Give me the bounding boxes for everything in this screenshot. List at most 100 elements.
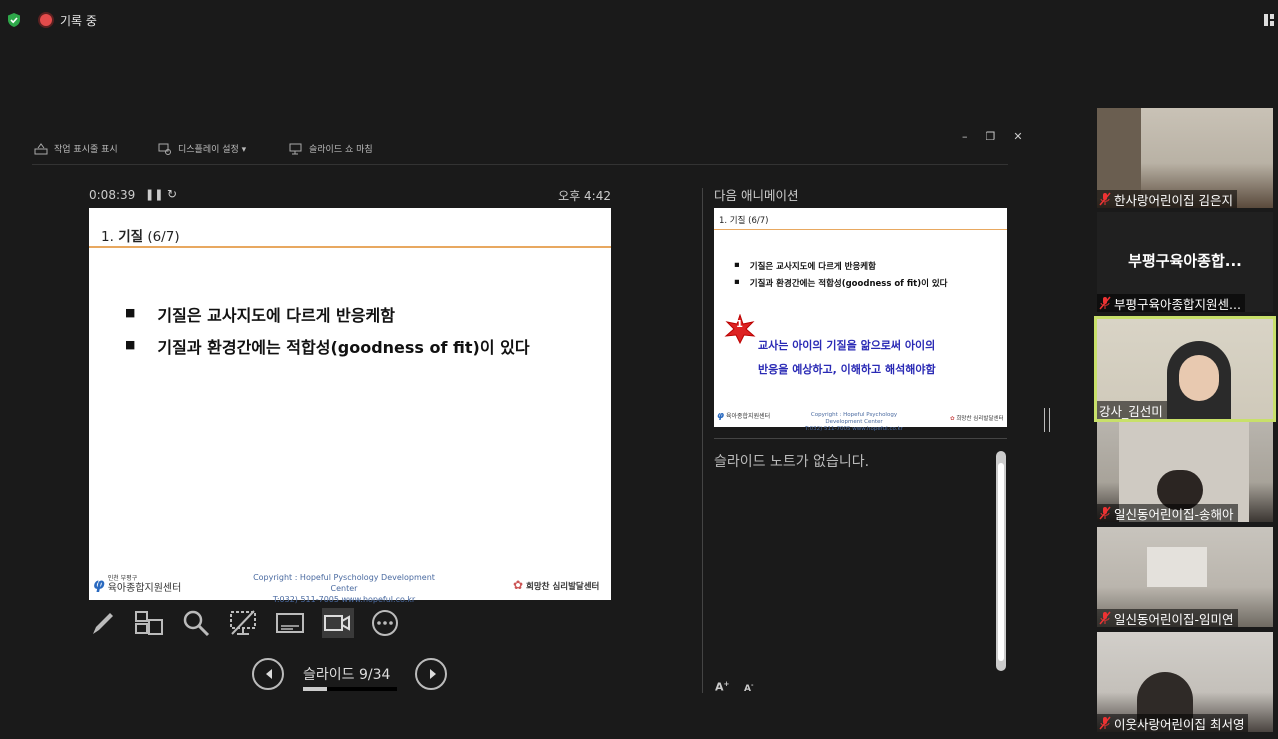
reset-timer-icon[interactable]: ↻ — [167, 187, 177, 201]
participant-name: 이웃사랑어린이집 최서영 — [1114, 716, 1245, 732]
next-slide-highlight: 반응을 예상하고, 이해하고 해석해야함 — [758, 363, 936, 376]
participant-tile[interactable]: 일신동어린이집-임미연 — [1097, 527, 1273, 627]
pause-icon[interactable]: ❚❚ — [145, 188, 163, 201]
pen-icon[interactable] — [88, 608, 118, 638]
participant-big-label: 부평구육아종합... — [1128, 252, 1242, 270]
slide-bullet-text: 기질은 교사지도에 다르게 반응케함 — [157, 306, 395, 325]
active-speaker-tile[interactable]: 강사_김선미 — [1094, 316, 1276, 422]
participant-tile[interactable]: 부평구육아종합... 부평구육아종합지원센... — [1097, 212, 1273, 312]
all-slides-icon[interactable] — [134, 608, 164, 638]
participant-tile[interactable]: 한사랑어린이집 김은지 — [1097, 108, 1273, 208]
tree-icon: ✿ — [950, 416, 955, 422]
increase-font-icon[interactable]: A+ — [715, 680, 729, 694]
minimize-icon[interactable]: – — [962, 130, 968, 143]
next-slide-rule — [714, 229, 1007, 230]
slide-footer-logo: φ 인천 부평구 육아종합지원센터 — [93, 574, 181, 594]
panel-divider — [702, 188, 703, 693]
next-slide-footer-center-name: 희망찬 심리발달센터 — [956, 416, 1004, 422]
next-slide-contact-line: T:032) 511-7005 www.hopeful.co.kr — [805, 426, 903, 432]
participant-name-bar: 일신동어린이집-임미연 — [1097, 609, 1238, 627]
speaker-face — [1179, 355, 1219, 401]
slide-bullet: ■ 기질과 환경간에는 적합성(goodness of fit)이 있다 — [125, 334, 530, 358]
window-controls: – ❐ ✕ — [962, 130, 1023, 143]
footer-contact-line: T:032) 511-7005 www.hopeful.co.kr — [272, 595, 416, 604]
display-settings-button[interactable]: 디스플레이 설정 ▾ — [158, 142, 246, 155]
notes-scrollbar-thumb[interactable] — [998, 463, 1004, 661]
next-slide-copyright-line: Copyright : Hopeful Psychology Developme… — [810, 412, 898, 425]
notes-divider — [714, 438, 1007, 439]
current-time: 오후 4:42 — [558, 189, 611, 203]
video-background — [1097, 108, 1141, 198]
participant-name: 강사_김선미 — [1099, 403, 1163, 419]
bullet-icon: ▪ — [734, 260, 740, 270]
next-slide-title: 1. 기질 (6/7) — [719, 216, 769, 226]
slide-title: 1. 기질 (6/7) — [101, 225, 180, 245]
speaker-notes[interactable]: 슬라이드 노트가 없습니다. — [714, 451, 869, 471]
bullet-icon: ▪ — [734, 277, 740, 287]
next-slide-highlight: 교사는 아이의 기질을 앎으로써 아이의 — [758, 339, 936, 352]
chevron-left-icon — [266, 669, 272, 679]
slide-counter[interactable]: 슬라이드 9/34 — [303, 664, 390, 684]
logo-icon: φ — [93, 575, 105, 593]
current-slide: 1. 기질 (6/7) ■ 기질은 교사지도에 다르게 반응케함 ■ 기질과 환… — [89, 208, 611, 604]
camera-icon — [324, 615, 350, 631]
show-taskbar-label: 작업 표시줄 표시 — [54, 145, 118, 155]
slide-bullet: ■ 기질은 교사지도에 다르게 반응케함 — [125, 302, 395, 326]
toolbar-divider — [32, 164, 1008, 165]
slide-footer-center: ✿ 희망찬 심리발달센터 — [513, 578, 599, 592]
footer-org: 인천 부평구 육아종합지원센터 — [108, 574, 182, 594]
black-screen-icon[interactable] — [228, 608, 258, 638]
participant-name-bar: 부평구육아종합지원센... — [1097, 294, 1245, 312]
next-animation-label: 다음 애니메이션 — [714, 188, 799, 203]
layout-icon[interactable] — [1264, 14, 1274, 26]
muted-mic-icon — [1099, 611, 1111, 625]
participant-tile[interactable]: 이웃사랑어린이집 최서영 — [1097, 632, 1273, 732]
participant-name-bar: 강사_김선미 — [1097, 401, 1167, 419]
footer-copyright-line: Copyright : Hopeful Pyschology Developme… — [253, 573, 435, 593]
more-options-icon[interactable] — [370, 608, 400, 638]
next-slide-bullet-text: 기질은 교사지도에 다르게 반응케함 — [749, 262, 876, 272]
muted-mic-icon — [1099, 506, 1111, 520]
decrease-font-icon[interactable]: A- — [744, 682, 753, 694]
slide-footer-copyright: Copyright : Hopeful Pyschology Developme… — [239, 572, 449, 605]
participant-name: 일신동어린이집-임미연 — [1114, 611, 1234, 627]
recording-icon — [40, 14, 52, 26]
participant-name: 한사랑어린이집 김은지 — [1114, 192, 1233, 208]
display-settings-label: 디스플레이 설정 ▾ — [178, 145, 247, 155]
top-bar: 기록 중 — [0, 0, 1278, 40]
animation-step-number: 1 — [736, 319, 743, 330]
end-slideshow-icon — [289, 143, 302, 154]
muted-mic-icon — [1099, 716, 1111, 730]
next-slide-button[interactable] — [415, 658, 447, 690]
next-slide-footer-copyright: Copyright : Hopeful Psychology Developme… — [794, 412, 914, 433]
slide-title-page: (6/7) — [147, 229, 180, 245]
tree-icon: ✿ — [513, 578, 524, 592]
slide-title-rule — [89, 246, 611, 248]
taskbar-icon — [34, 142, 48, 154]
elapsed-timer: 0:08:39 — [89, 188, 136, 202]
bullet-icon: ■ — [125, 306, 136, 319]
slide-bullet-text: 기질과 환경간에는 적합성(goodness of fit)이 있다 — [157, 338, 530, 357]
end-slideshow-button[interactable]: 슬라이드 쇼 마침 — [289, 142, 373, 155]
previous-slide-button[interactable] — [252, 658, 284, 690]
participant-name-bar: 이웃사랑어린이집 최서영 — [1097, 714, 1249, 732]
next-slide-preview[interactable]: 1. 기질 (6/7) ▪ 기질은 교사지도에 다르게 반응케함 ▪ 기질과 환… — [714, 208, 1007, 432]
recording-label: 기록 중 — [60, 14, 97, 28]
footer-org-name: 육아종합지원센터 — [107, 583, 182, 594]
shield-icon — [8, 13, 20, 27]
footer-center-name: 희망찬 심리발달센터 — [526, 582, 600, 592]
slide-title-number: 1. — [101, 229, 114, 245]
display-settings-icon — [158, 143, 171, 155]
participant-name-bar: 일신동어린이집-송해아 — [1097, 504, 1238, 522]
restore-icon[interactable]: ❐ — [986, 130, 996, 143]
next-slide-bullet: ▪ 기질과 환경간에는 적합성(goodness of fit)이 있다 — [734, 277, 948, 289]
close-icon[interactable]: ✕ — [1013, 130, 1022, 143]
panel-splitter[interactable] — [1044, 408, 1050, 432]
end-slideshow-label: 슬라이드 쇼 마침 — [309, 145, 373, 155]
show-taskbar-button[interactable]: 작업 표시줄 표시 — [34, 142, 118, 155]
zoom-icon[interactable] — [181, 608, 211, 638]
participant-tile[interactable]: 일신동어린이집-송해아 — [1097, 422, 1273, 522]
camera-button[interactable] — [322, 608, 354, 638]
next-slide-footer-logo: φ 육아종합지원센터 — [717, 411, 770, 421]
subtitles-icon[interactable] — [275, 608, 305, 638]
